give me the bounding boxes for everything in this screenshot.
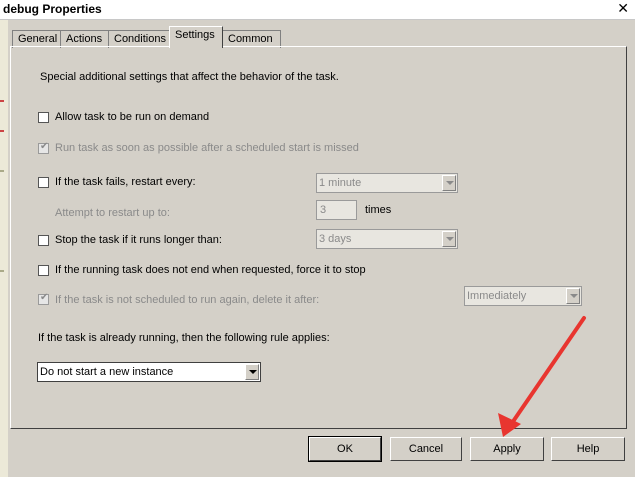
tab-label: Settings xyxy=(175,29,215,41)
annotation-arrow-icon xyxy=(498,316,586,437)
tab-settings[interactable]: Settings xyxy=(169,26,223,48)
